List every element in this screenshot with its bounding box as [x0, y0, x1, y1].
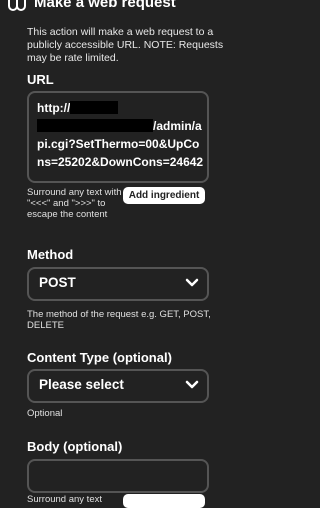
content-type-select[interactable]: Please select	[27, 369, 209, 403]
chevron-down-icon	[185, 380, 199, 389]
url-input[interactable]: http:///admin/api.cgi?SetThermo=00&UpCon…	[27, 91, 209, 183]
body-input[interactable]	[27, 459, 209, 493]
action-description: This action will make a web request to a…	[27, 26, 224, 64]
method-helper-text: The method of the request e.g. GET, POST…	[27, 309, 211, 331]
url-value: http:///admin/api.cgi?SetThermo=00&UpCon…	[37, 101, 204, 169]
chevron-down-icon	[185, 278, 199, 287]
page-title: Make a web request	[34, 0, 176, 11]
body-label: Body (optional)	[27, 439, 123, 454]
method-value: POST	[39, 275, 76, 290]
redacted-block	[37, 119, 153, 132]
header: Make a web request	[0, 0, 232, 22]
content-type-value: Please select	[39, 377, 124, 392]
method-label: Method	[27, 247, 74, 262]
content-type-helper-text: Optional	[27, 408, 63, 419]
redacted-block	[70, 101, 119, 114]
url-label: URL	[27, 72, 54, 87]
link-icon	[8, 0, 26, 11]
method-select[interactable]: POST	[27, 267, 209, 301]
content-type-label: Content Type (optional)	[27, 350, 172, 365]
body-add-ingredient-button[interactable]	[123, 494, 205, 508]
url-helper-text: Surround any text with "<<<" and ">>>" t…	[27, 187, 122, 220]
add-ingredient-button[interactable]: Add ingredient	[123, 187, 205, 204]
